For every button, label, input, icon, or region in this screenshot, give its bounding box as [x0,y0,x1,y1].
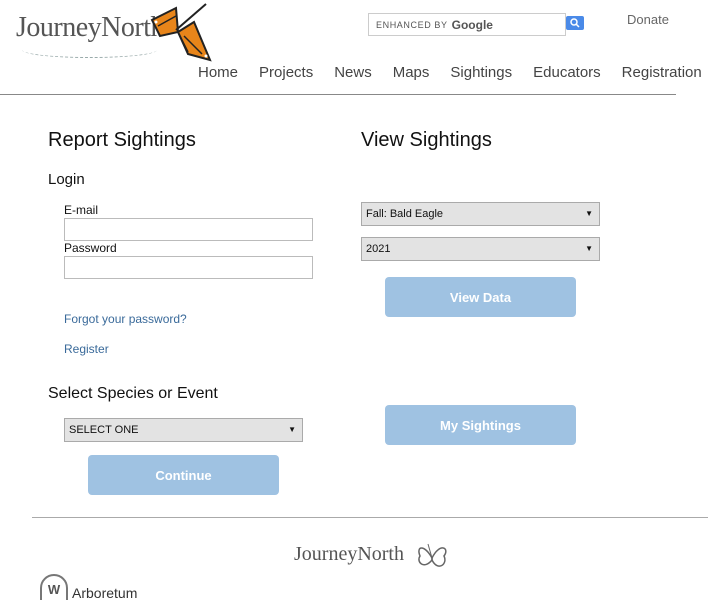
butterfly-outline-icon [418,543,447,567]
year-select[interactable]: 2021 ▼ [361,237,600,261]
logo-text: JourneyNorth [16,12,164,43]
search-brand-label: Google [451,17,493,32]
monarch-butterfly-icon [150,3,212,62]
register-link[interactable]: Register [64,342,109,356]
dropdown-arrow-icon: ▼ [585,244,593,253]
species-select[interactable]: SELECT ONE ▼ [64,418,303,442]
footer-logo[interactable]: JourneyNorth [294,543,404,566]
site-search-input[interactable]: ENHANCED BY Google [368,13,566,36]
search-button[interactable] [566,16,584,30]
email-field[interactable] [64,218,313,241]
uw-arboretum-badge[interactable]: W [40,574,68,600]
site-header: JourneyNorth ENHANCED BY Google Donate H… [0,0,714,96]
continue-button[interactable]: Continue [88,455,279,495]
password-field[interactable] [64,256,313,279]
view-species-select[interactable]: Fall: Bald Eagle ▼ [361,202,600,226]
nav-registration[interactable]: Registration [622,64,702,81]
nav-projects[interactable]: Projects [259,64,313,81]
donate-link[interactable]: Donate [627,12,669,27]
forgot-password-link[interactable]: Forgot your password? [64,312,187,326]
my-sightings-button[interactable]: My Sightings [385,405,576,445]
journey-north-logo[interactable]: JourneyNorth [16,12,164,58]
password-label: Password [64,241,117,255]
main-nav: Home Projects News Maps Sightings Educat… [198,64,702,81]
nav-home[interactable]: Home [198,64,238,81]
species-select-value: SELECT ONE [69,424,139,436]
view-data-button[interactable]: View Data [385,277,576,317]
report-sightings-heading: Report Sightings [48,129,196,151]
view-sightings-heading: View Sightings [361,129,492,151]
header-divider [0,94,676,95]
nav-educators[interactable]: Educators [533,64,601,81]
arboretum-label[interactable]: Arboretum [72,585,137,600]
nav-maps[interactable]: Maps [393,64,430,81]
login-heading: Login [48,171,85,188]
search-icon [570,18,580,28]
search-enhanced-label: ENHANCED BY [376,19,448,30]
view-species-value: Fall: Bald Eagle [366,208,444,220]
select-species-heading: Select Species or Event [48,385,218,402]
year-select-value: 2021 [366,243,391,255]
logo-dashed-arc [22,42,157,58]
badge-letter: W [47,581,61,597]
nav-news[interactable]: News [334,64,372,81]
email-label: E-mail [64,203,99,217]
nav-sightings[interactable]: Sightings [450,64,512,81]
dropdown-arrow-icon: ▼ [288,425,296,434]
dropdown-arrow-icon: ▼ [585,209,593,218]
footer-divider [32,517,708,518]
